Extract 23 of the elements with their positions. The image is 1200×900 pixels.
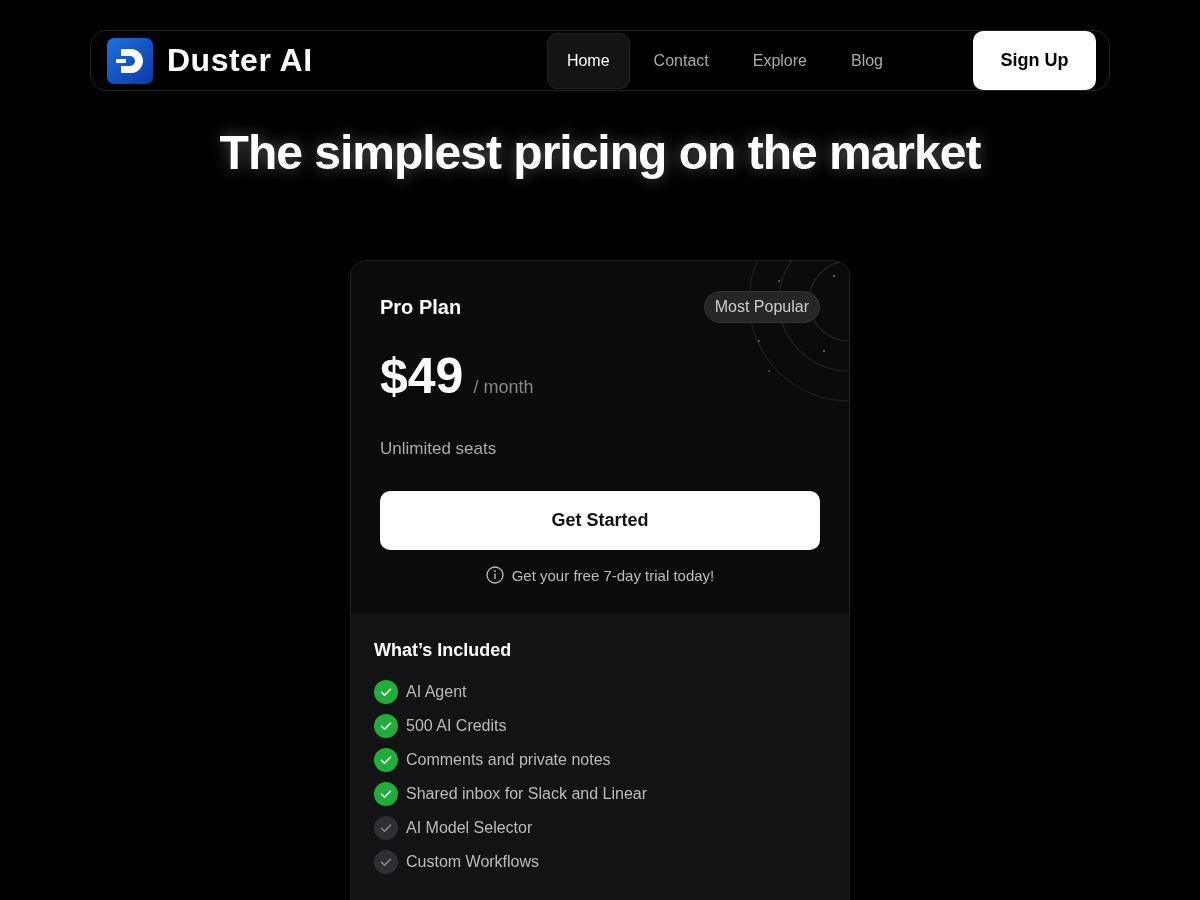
feature-label: Comments and private notes [406, 751, 611, 769]
get-started-button[interactable]: Get Started [380, 491, 820, 550]
sign-up-button[interactable]: Sign Up [973, 31, 1096, 90]
feature-label: 500 AI Credits [406, 717, 507, 735]
price-period: / month [473, 377, 534, 398]
nav-link[interactable]: Home [546, 32, 630, 89]
nav-link[interactable]: Explore [732, 32, 827, 89]
logo-icon [107, 37, 153, 84]
plan-name: Pro Plan [380, 295, 462, 319]
page-heading: The simplest pricing on the market [219, 125, 981, 180]
nav-link[interactable]: Blog [830, 32, 903, 89]
seats-text: Unlimited seats [380, 439, 498, 459]
price: $49 [380, 347, 464, 405]
info-icon [485, 566, 504, 584]
feature-label: AI Model Selector [406, 819, 533, 837]
brand-name[interactable]: Duster AI [167, 42, 313, 79]
nav-link[interactable]: Contact [633, 32, 729, 89]
feature-label: Shared inbox for Slack and Linear [406, 785, 648, 803]
trial-note: Get your free 7-day trial today! [511, 566, 715, 584]
feature-label: AI Agent [406, 683, 467, 701]
feature-label: Custom Workflows [406, 853, 540, 871]
included-title: What’s Included [374, 640, 513, 661]
popular-badge: Most Popular [703, 291, 820, 323]
